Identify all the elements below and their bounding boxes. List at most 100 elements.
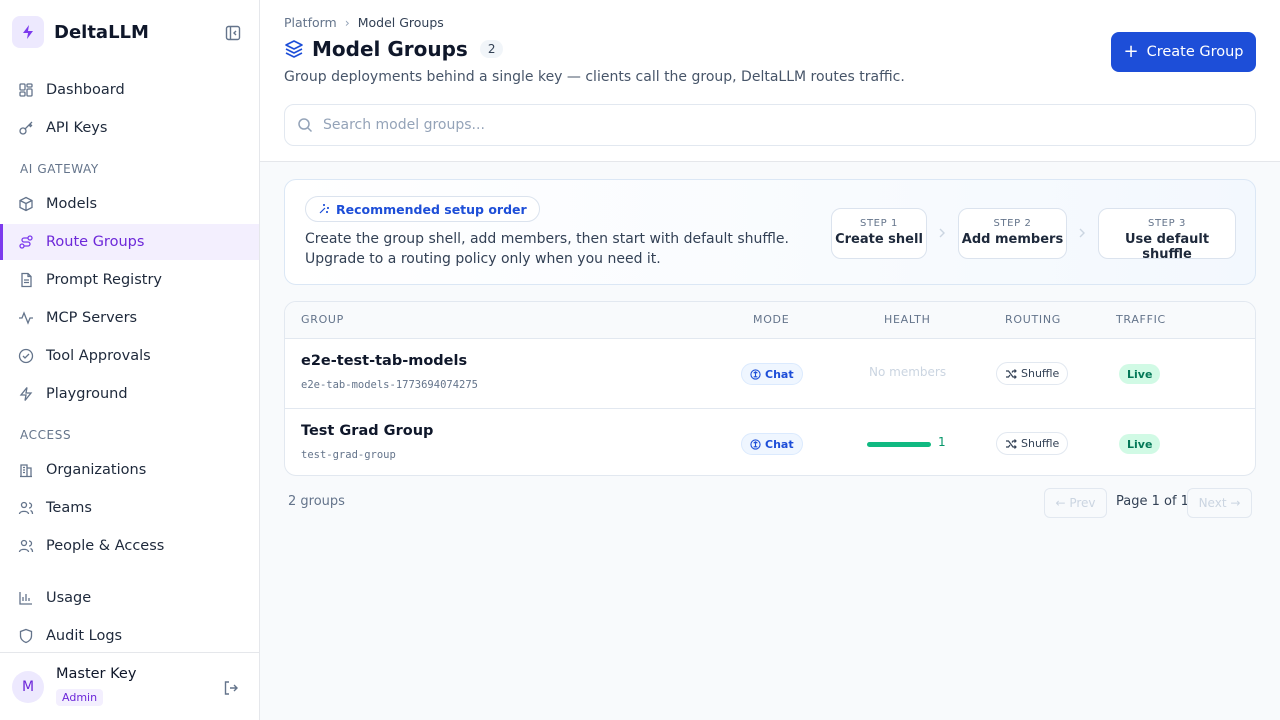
group-count-badge: 2 xyxy=(479,40,504,58)
user-menu[interactable]: M Master Key Admin xyxy=(0,652,259,720)
sidebar: DeltaLLM Dashboard API Keys AI GATEWAY M… xyxy=(0,0,260,720)
brand[interactable]: DeltaLLM xyxy=(12,16,149,48)
chevron-right-icon xyxy=(1077,225,1087,239)
search-input[interactable] xyxy=(323,117,1223,133)
chat-icon xyxy=(750,368,761,380)
sidebar-item-label: Dashboard xyxy=(46,82,125,98)
setup-pill-label: Recommended setup order xyxy=(336,201,527,217)
shuffle-icon xyxy=(1005,368,1017,380)
sidebar-item-label: People & Access xyxy=(46,538,165,554)
chat-icon xyxy=(750,438,761,450)
sidebar-item-route-groups[interactable]: Route Groups xyxy=(0,224,259,260)
sidebar-item-label: Teams xyxy=(46,500,92,516)
cube-icon xyxy=(18,196,34,212)
sidebar-item-prompt-registry[interactable]: Prompt Registry xyxy=(0,262,259,298)
mode-label: Chat xyxy=(765,367,794,381)
mode-badge: Chat xyxy=(741,433,803,455)
page-subtitle: Group deployments behind a single key — … xyxy=(284,69,905,85)
sidebar-item-audit-logs[interactable]: Audit Logs xyxy=(0,618,259,654)
column-group: GROUP xyxy=(301,313,345,326)
table-row[interactable]: e2e-test-tab-models e2e-tab-models-17736… xyxy=(285,339,1255,408)
nav-section-access: ACCESS xyxy=(20,428,72,442)
group-name[interactable]: Test Grad Group xyxy=(301,423,433,439)
breadcrumb-platform[interactable]: Platform xyxy=(284,15,337,30)
avatar[interactable]: M xyxy=(12,671,44,703)
sidebar-item-playground[interactable]: Playground xyxy=(0,376,259,412)
routing-badge: Shuffle xyxy=(996,362,1069,385)
logout-icon[interactable] xyxy=(222,679,240,697)
user-role-badge: Admin xyxy=(56,689,104,706)
step-label: STEP 1 xyxy=(860,218,898,229)
people-icon xyxy=(18,538,34,554)
routing-label: Shuffle xyxy=(1021,437,1060,450)
plus-icon: + xyxy=(1123,41,1139,62)
search-icon xyxy=(297,117,313,133)
traffic-badge: Live xyxy=(1119,434,1161,454)
breadcrumb: Platform › Model Groups xyxy=(284,15,444,30)
activity-icon xyxy=(18,310,34,326)
document-icon xyxy=(18,272,34,288)
column-traffic: TRAFFIC xyxy=(1116,313,1166,326)
create-group-button[interactable]: + Create Group xyxy=(1111,32,1256,72)
traffic-badge: Live xyxy=(1119,364,1161,384)
sidebar-item-label: Usage xyxy=(46,590,92,606)
dashboard-icon xyxy=(18,82,34,98)
sidebar-item-models[interactable]: Models xyxy=(0,186,259,222)
table-row[interactable]: Test Grad Group test-grad-group Chat 1 S… xyxy=(285,408,1255,475)
sidebar-item-label: Tool Approvals xyxy=(46,348,151,364)
group-slug: test-grad-group xyxy=(301,449,396,461)
column-routing: ROUTING xyxy=(1005,313,1061,326)
sidebar-item-teams[interactable]: Teams xyxy=(0,490,259,526)
sidebar-item-label: Audit Logs xyxy=(46,628,123,644)
health-bar xyxy=(867,442,931,447)
health-status: No members xyxy=(869,365,947,379)
step-label: STEP 2 xyxy=(993,218,1032,229)
sidebar-item-api-keys[interactable]: API Keys xyxy=(0,110,259,146)
routing-badge: Shuffle xyxy=(996,432,1069,455)
step-label: STEP 3 xyxy=(1148,218,1186,229)
setup-order-card: Recommended setup order Create the group… xyxy=(284,179,1256,285)
chevron-right-icon: › xyxy=(344,15,350,30)
sidebar-item-mcp-servers[interactable]: MCP Servers xyxy=(0,300,259,336)
column-mode: MODE xyxy=(753,313,790,326)
sidebar-item-label: Prompt Registry xyxy=(46,272,162,288)
health-count: 1 xyxy=(938,435,946,449)
sidebar-item-usage[interactable]: Usage xyxy=(0,580,259,616)
create-group-label: Create Group xyxy=(1146,44,1244,60)
next-page-button[interactable]: Next → xyxy=(1187,488,1252,518)
users-icon xyxy=(18,500,34,516)
sparkle-icon xyxy=(318,203,330,215)
check-circle-icon xyxy=(18,348,34,364)
brand-name: DeltaLLM xyxy=(54,21,149,43)
search-box[interactable] xyxy=(284,104,1256,146)
title-row: Model Groups 2 xyxy=(284,37,504,61)
user-name: Master Key xyxy=(56,666,137,682)
building-icon xyxy=(18,462,34,478)
sidebar-collapse-icon[interactable] xyxy=(224,24,242,42)
chevron-right-icon xyxy=(937,225,947,239)
step-1: STEP 1 Create shell xyxy=(831,208,927,259)
shield-icon xyxy=(18,628,34,644)
sidebar-item-label: Organizations xyxy=(46,462,147,478)
column-health: HEALTH xyxy=(884,313,931,326)
step-2: STEP 2 Add members xyxy=(958,208,1067,259)
setup-description: Create the group shell, add members, the… xyxy=(305,231,789,267)
sidebar-item-tool-approvals[interactable]: Tool Approvals xyxy=(0,338,259,374)
sidebar-item-label: API Keys xyxy=(46,120,108,136)
group-slug: e2e-tab-models-1773694074275 xyxy=(301,379,479,391)
sidebar-item-people-access[interactable]: People & Access xyxy=(0,528,259,564)
breadcrumb-current: Model Groups xyxy=(357,15,444,30)
nav-section-ai-gateway: AI GATEWAY xyxy=(20,162,99,176)
sidebar-item-organizations[interactable]: Organizations xyxy=(0,452,259,488)
step-3: STEP 3 Use default shuffle xyxy=(1098,208,1236,262)
model-groups-table: GROUP MODE HEALTH ROUTING TRAFFIC e2e-te… xyxy=(284,301,1256,476)
prev-page-button[interactable]: ← Prev xyxy=(1044,488,1107,518)
step-value: Use default shuffle xyxy=(1124,232,1210,262)
key-icon xyxy=(18,120,34,136)
sidebar-item-label: Playground xyxy=(46,386,128,402)
page-header: Platform › Model Groups Model Groups 2 G… xyxy=(260,0,1280,162)
mode-badge: Chat xyxy=(741,363,803,385)
step-value: Add members xyxy=(961,232,1064,247)
sidebar-item-dashboard[interactable]: Dashboard xyxy=(0,72,259,108)
group-name[interactable]: e2e-test-tab-models xyxy=(301,353,467,369)
